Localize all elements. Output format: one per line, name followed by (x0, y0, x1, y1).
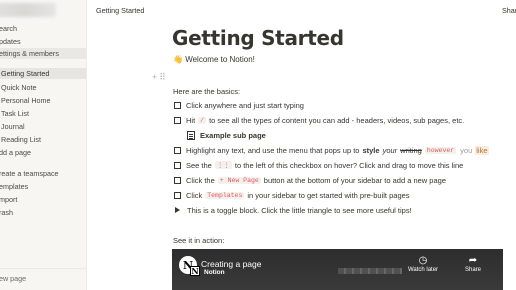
toggle-block[interactable]: This is a toggle block. Click the little… (174, 204, 412, 216)
sidebar-item-import[interactable]: mport (0, 194, 17, 205)
inline-code: + New Page (217, 176, 261, 184)
clock-icon: ◷ (418, 255, 428, 266)
inline-code: ⋮⋮ (214, 161, 232, 169)
sidebar-item-updates[interactable]: pdates (0, 36, 21, 47)
block-handle[interactable]: +⠿ (152, 72, 168, 83)
sidebar-item-templates[interactable]: emplates (0, 181, 28, 192)
sidebar-divider (0, 268, 86, 269)
todo-text: button at the bottom of your sidebar to … (263, 175, 446, 185)
checkbox[interactable] (174, 161, 181, 169)
video-share-button[interactable]: ➦ Share (453, 255, 493, 273)
todo-text: Click anywhere and just start typing (186, 100, 304, 110)
video-thumbnail-preview (338, 268, 402, 274)
sidebar-item-journal[interactable]: Journal (1, 121, 25, 132)
sidebar-item-quick-note[interactable]: Quick Note (1, 82, 37, 93)
sidebar-item-task-list[interactable]: Task List (1, 108, 29, 119)
sidebar: earch pdates ettings & members Getting S… (0, 0, 87, 290)
todo-text: to see all the types of content you can … (209, 115, 465, 125)
video-channel[interactable]: Notion (204, 269, 225, 276)
drag-handle-icon[interactable]: ⠿ (159, 72, 168, 82)
video-title[interactable]: Creating a page (201, 259, 262, 269)
subpage-title: Example sub page (200, 130, 266, 140)
inline-code: / (198, 116, 207, 124)
todo-item[interactable]: Click the + New Page button at the botto… (174, 174, 446, 186)
checkbox[interactable] (174, 116, 181, 124)
todo-text: See the (186, 160, 212, 170)
todo-item[interactable]: Hit / to see all the types of content yo… (174, 114, 464, 126)
subpage-link[interactable]: Example sub page (187, 129, 266, 141)
strikethrough-text: writing (400, 145, 422, 155)
toggle-text: This is a toggle block. Click the little… (187, 205, 412, 215)
todo-text: to the left of this checkbox on hover? C… (234, 160, 464, 170)
share-arrow-icon: ➦ (468, 255, 478, 266)
todo-text: Highlight any text, and use the menu tha… (186, 145, 360, 155)
breadcrumb[interactable]: Getting Started (96, 6, 144, 15)
sidebar-item-personal-home[interactable]: Personal Home (1, 95, 51, 106)
toggle-triangle-icon[interactable] (175, 207, 180, 213)
colored-text: you (460, 145, 473, 155)
workspace-switcher[interactable] (0, 3, 56, 17)
sidebar-item-create-teamspace[interactable]: reate a teamspace (0, 168, 59, 179)
watch-later-label: Watch later (407, 267, 439, 273)
page-icon (187, 130, 195, 140)
sidebar-item-search[interactable]: earch (0, 23, 17, 34)
sidebar-item-reading-list[interactable]: Reading List (1, 134, 41, 145)
share-label: Share (464, 267, 481, 273)
inline-code: however (424, 146, 457, 154)
checkbox[interactable] (174, 101, 181, 109)
sidebar-item-trash[interactable]: rash (0, 207, 13, 218)
todo-item[interactable]: Click anywhere and just start typing (174, 99, 304, 111)
checkbox[interactable] (174, 176, 181, 184)
watch-later-button[interactable]: ◷ Watch later (403, 255, 443, 273)
todo-item[interactable]: Click Templates in your sidebar to get s… (174, 189, 410, 201)
welcome-text: Welcome to Notion! (185, 55, 255, 64)
basics-heading[interactable]: Here are the basics: (173, 87, 240, 96)
bold-text: style (362, 145, 380, 155)
new-page-button[interactable]: ew page (0, 274, 26, 283)
checkbox[interactable] (174, 191, 181, 199)
notion-badge-icon: N (190, 266, 200, 276)
page-title[interactable]: Getting Started (172, 26, 344, 50)
wave-icon: 👋 (173, 55, 183, 64)
sidebar-item-add-page[interactable]: dd a page (0, 147, 31, 158)
sidebar-item-settings[interactable]: ettings & members (0, 48, 86, 59)
highlighted-text: like (475, 145, 489, 155)
todo-text: Click the (186, 175, 215, 185)
inline-code: Templates (205, 191, 245, 199)
share-button[interactable]: Shar (502, 6, 516, 15)
todo-text: Click (186, 190, 203, 200)
sidebar-item-getting-started[interactable]: Getting Started (0, 68, 86, 79)
italic-text: your (382, 145, 398, 155)
todo-item[interactable]: Highlight any text, and use the menu tha… (174, 144, 489, 156)
see-in-action-text[interactable]: See it in action: (173, 236, 224, 245)
welcome-line[interactable]: 👋 Welcome to Notion! (173, 55, 255, 64)
todo-text: Hit (186, 115, 196, 125)
checkbox[interactable] (174, 146, 181, 154)
todo-item[interactable]: See the ⋮⋮ to the left of this checkbox … (174, 159, 463, 171)
todo-text: in your sidebar to get started with pre-… (247, 190, 410, 200)
